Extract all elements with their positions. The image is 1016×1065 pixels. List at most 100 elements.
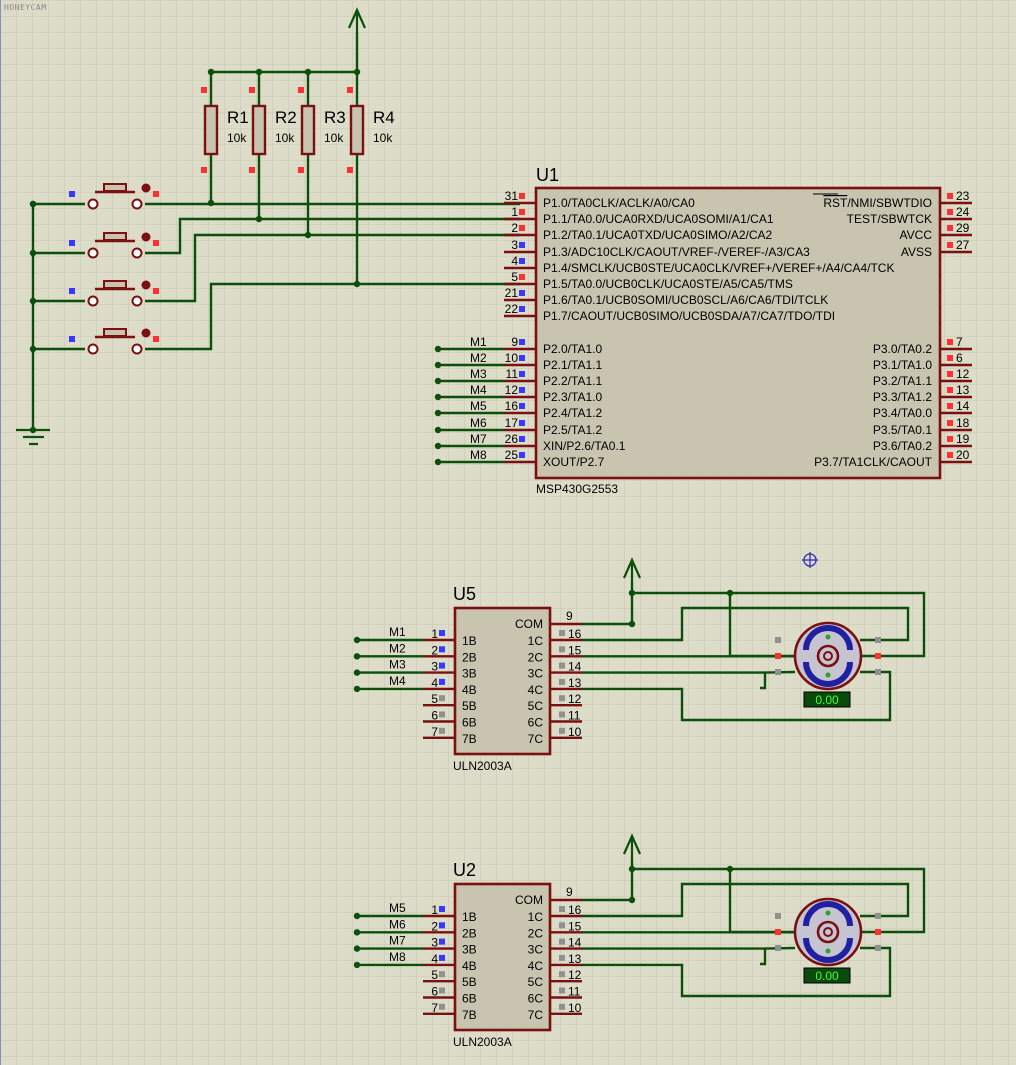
wire[interactable] [145, 282, 520, 351]
button-cap[interactable] [103, 183, 127, 192]
pin-marker [439, 662, 445, 669]
net-label: M4 [389, 674, 406, 688]
resistor-body[interactable] [349, 104, 365, 156]
pin-number: 2 [431, 919, 438, 933]
pin-marker [519, 403, 525, 409]
pin-number: 9 [566, 885, 573, 899]
resistor-r3[interactable]: R310k [298, 87, 346, 173]
power-terminal-icon[interactable] [622, 557, 642, 582]
pin-number: 5 [431, 692, 438, 706]
pin-number: 25 [505, 448, 519, 462]
pin-marker [298, 87, 304, 93]
schematic-drawing[interactable]: R110kR210kR310kR410kU1MSP430G255331 P1.0/… [0, 0, 1016, 1065]
pin-marker [298, 167, 304, 173]
pin-marker [439, 987, 445, 994]
pin-marker [947, 403, 953, 409]
button-cap[interactable] [103, 280, 127, 289]
driver-u2[interactable]: U2 ULN2003A COM 9 1 1B M5 2 2B M6 3 3B M7 4 4B M8 5 5B 6 6B… [389, 860, 881, 1049]
pin-name: P2.4/TA1.2 [543, 406, 602, 420]
driver-u5[interactable]: U5 ULN2003A COM 9 1 1B M1 2 2B M2 3 3B M3 4 4B M4 5 5B 6 6B… [389, 584, 881, 773]
pin-marker [153, 336, 159, 342]
pin-number: 5 [511, 270, 518, 284]
power-terminal-icon[interactable] [347, 7, 367, 32]
pin-name: P2.2/TA1.1 [543, 374, 602, 388]
motor-housing[interactable] [793, 621, 863, 691]
stepper-motor-2[interactable]: 0.00 [775, 897, 881, 984]
motor-housing[interactable] [793, 897, 863, 967]
net-label: M4 [470, 383, 487, 397]
pin-name: 7B [462, 1008, 477, 1022]
pin-marker [439, 971, 445, 978]
pin-marker [559, 711, 565, 718]
pin-number: 29 [956, 221, 970, 235]
resistor-body[interactable] [300, 104, 316, 156]
junction-dot [434, 426, 442, 434]
junction-dot [29, 200, 37, 208]
pin-number: 12 [568, 968, 582, 982]
pin-marker [519, 290, 525, 296]
pin-marker [519, 274, 525, 280]
pin-marker [559, 954, 565, 961]
pin-name: P3.6/TA0.2 [873, 439, 932, 453]
junction-dot [353, 68, 361, 76]
motor-pole-icon [825, 948, 831, 954]
pin-name: P2.3/TA1.0 [543, 390, 602, 404]
pin-number: 4 [511, 254, 518, 268]
pin-number: 14 [568, 660, 582, 674]
driver-ref: U2 [453, 860, 476, 880]
pin-marker [519, 452, 525, 458]
junction-dot [353, 653, 361, 660]
resistor-body[interactable] [203, 104, 219, 156]
pin-marker [947, 387, 953, 393]
pin-marker [519, 387, 525, 393]
pin-marker [153, 240, 159, 246]
pin-name: 4B [462, 959, 477, 973]
pin-number: 11 [506, 367, 519, 381]
button-cap[interactable] [103, 328, 127, 337]
pin-name: P1.2/TA0.1/UCA0TXD/UCA0SIMO/A2/CA2 [543, 228, 773, 242]
pin-name: 1B [462, 910, 477, 924]
resistor-r2[interactable]: R210k [249, 87, 297, 173]
net-label: M7 [389, 934, 406, 948]
junction-dot [434, 458, 442, 466]
wire[interactable] [582, 947, 767, 966]
resistor-value: 10k [373, 131, 393, 145]
pin-marker [519, 420, 525, 426]
pin-marker [559, 922, 565, 929]
resistor-r1[interactable]: R110k [201, 87, 249, 173]
pin-name: 3B [462, 667, 477, 681]
junction-dot [29, 345, 37, 353]
pin-marker [439, 695, 445, 702]
wire[interactable] [582, 671, 767, 690]
pin-number: 16 [568, 627, 582, 641]
pin-marker [519, 258, 525, 264]
pin-marker [153, 191, 159, 197]
push-buttons[interactable] [69, 183, 159, 355]
button-indicator-icon [141, 232, 151, 242]
junction-dot [434, 409, 442, 417]
wire[interactable] [728, 869, 795, 934]
motor-readout: 0.00 [815, 969, 839, 983]
power-terminal-icon[interactable] [622, 833, 642, 858]
pin-marker [249, 87, 255, 93]
pin-marker [559, 938, 565, 945]
pin-name: TEST/SBWTCK [847, 212, 932, 226]
resistor-r4[interactable]: R410k [347, 87, 395, 173]
wire[interactable] [145, 233, 520, 303]
button-contact [131, 247, 143, 259]
button-cap[interactable] [103, 232, 127, 241]
resistor-body[interactable] [251, 104, 267, 156]
stepper-motor-1[interactable]: 0.00 [775, 621, 881, 708]
resistor-ref: R4 [373, 108, 395, 127]
pin-marker [439, 906, 445, 912]
pin-name: P2.5/TA1.2 [543, 423, 602, 437]
mcu-u1[interactable]: U1 MSP430G2553 31 P1.0/TA0CLK/ACLK/A0/CA0 1 P… [470, 165, 972, 496]
pin-marker [947, 371, 953, 377]
resistor-bank[interactable]: R110kR210kR310kR410k [201, 87, 395, 173]
pin-marker [201, 167, 207, 173]
pin-marker [439, 954, 445, 961]
pin-name: 2B [462, 926, 477, 940]
pin-marker [69, 336, 75, 342]
junction-dot [353, 685, 361, 693]
schematic-canvas[interactable]: HONEYCAM R1 10k R2 10k R3 10k R4 10k U1 MSP430G25… [0, 0, 1016, 1065]
